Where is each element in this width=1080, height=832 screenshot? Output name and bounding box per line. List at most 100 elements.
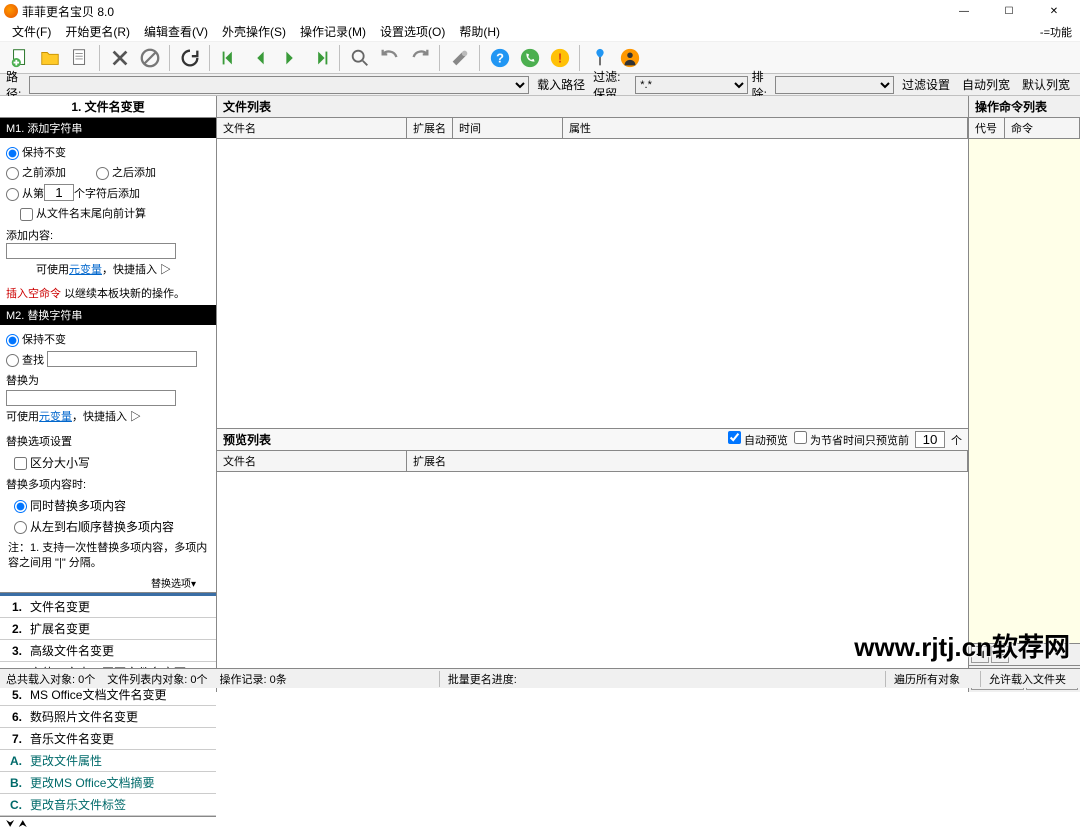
cmd-header: 操作命令列表 <box>969 96 1080 118</box>
auto-preview-checkbox[interactable] <box>728 431 741 444</box>
preview-list-area[interactable] <box>217 472 968 692</box>
col-time[interactable]: 时间 <box>453 118 563 138</box>
radio-m2-keep[interactable] <box>6 334 19 347</box>
zoom-icon[interactable] <box>346 44 374 72</box>
cmd-list[interactable] <box>969 139 1080 643</box>
pcol-filename[interactable]: 文件名 <box>217 451 407 471</box>
file-list-area[interactable] <box>217 139 968 429</box>
radio-ltr[interactable] <box>14 521 27 534</box>
center-panel: 文件列表 文件名 扩展名 时间 属性 预览列表 自动预览 为节省时间只预览前 个… <box>217 96 968 692</box>
load-path-button[interactable]: 载入路径 <box>533 76 589 93</box>
cat-6[interactable]: 6.数码照片文件名变更 <box>0 706 216 728</box>
nav-first-icon[interactable] <box>216 44 244 72</box>
menu-bar: 文件(F) 开始更名(R) 编辑查看(V) 外壳操作(S) 操作记录(M) 设置… <box>0 22 1080 42</box>
expand-down-icon[interactable]: ⮟ <box>6 819 15 830</box>
cat-C[interactable]: C.更改音乐文件标签 <box>0 794 216 816</box>
status-loaded: 总共载入对象: 0个 <box>6 671 95 687</box>
radio-keep[interactable] <box>6 147 19 160</box>
menu-options[interactable]: 设置选项(O) <box>374 21 451 42</box>
cat-A[interactable]: A.更改文件属性 <box>0 750 216 772</box>
add-folder-icon[interactable] <box>36 44 64 72</box>
case-checkbox[interactable] <box>14 457 27 470</box>
nav-prev-icon[interactable] <box>246 44 274 72</box>
col-attr[interactable]: 属性 <box>563 118 968 138</box>
section-m1-header: M1. 添加字符串 <box>0 118 216 138</box>
menu-edit[interactable]: 编辑查看(V) <box>138 21 214 42</box>
title-bar: 菲菲更名宝贝 8.0 — ☐ ✕ <box>0 0 1080 22</box>
maximize-button[interactable]: ☐ <box>987 1 1031 21</box>
reverse-checkbox[interactable] <box>20 208 33 221</box>
status-records: 操作记录: 0条 <box>219 671 286 687</box>
col-filename[interactable]: 文件名 <box>217 118 407 138</box>
col-ext[interactable]: 扩展名 <box>407 118 453 138</box>
default-width-button[interactable]: 默认列宽 <box>1018 76 1074 93</box>
help-icon[interactable]: ? <box>486 44 514 72</box>
insert-empty-note: 插入空命令 以继续本板块新的操作。 <box>0 281 216 305</box>
nav-last-icon[interactable] <box>306 44 334 72</box>
cmd-prev-icon[interactable]: ◀ <box>971 646 989 663</box>
block-icon[interactable] <box>136 44 164 72</box>
undo-icon[interactable] <box>376 44 404 72</box>
radio-from[interactable] <box>6 188 19 201</box>
radio-m2-find[interactable] <box>6 354 19 367</box>
redo-icon[interactable] <box>406 44 434 72</box>
new-doc-icon[interactable] <box>66 44 94 72</box>
filter-combo[interactable]: *.* <box>635 76 747 94</box>
preview-columns: 文件名 扩展名 <box>217 451 968 472</box>
from-index-input[interactable] <box>44 184 74 201</box>
menu-help[interactable]: 帮助(H) <box>453 21 506 42</box>
status-allow-folder[interactable]: 允许载入文件夹 <box>980 671 1074 687</box>
minimize-button[interactable]: — <box>942 1 986 21</box>
left-panel: 1. 文件名变更 M1. 添加字符串 保持不变 之前添加 之后添加 从第个字符后… <box>0 96 217 692</box>
fn-label: -=功能 <box>1040 24 1072 40</box>
auto-width-button[interactable]: 自动列宽 <box>958 76 1014 93</box>
replace-input[interactable] <box>6 390 176 406</box>
tools-icon[interactable] <box>446 44 474 72</box>
menu-rename[interactable]: 开始更名(R) <box>59 21 136 42</box>
meta-var-link-2[interactable]: 元变量 <box>39 411 72 423</box>
expand-up-icon[interactable]: ⮝ <box>19 819 28 830</box>
radio-after[interactable] <box>96 167 109 180</box>
meta-var-link[interactable]: 元变量 <box>69 264 102 276</box>
sort-combo[interactable] <box>775 76 894 94</box>
filelist-columns: 文件名 扩展名 时间 属性 <box>217 118 968 139</box>
filter-settings-button[interactable]: 过滤设置 <box>898 76 954 93</box>
menu-shell[interactable]: 外壳操作(S) <box>216 21 292 42</box>
multi-note: 注：1. 支持一次性替换多项内容，多项内容之间用 "|" 分隔。 <box>0 537 216 576</box>
cmd-next-icon[interactable]: ▶ <box>991 646 1009 663</box>
path-bar: 路径: 载入路径 过滤: 保留 *.* 排除: 过滤设置 自动列宽 默认列宽 <box>0 74 1080 96</box>
phone-icon[interactable] <box>516 44 544 72</box>
limit-preview-checkbox[interactable] <box>794 431 807 444</box>
cat-3[interactable]: 3.高级文件名变更 <box>0 640 216 662</box>
pcol-ext[interactable]: 扩展名 <box>407 451 968 471</box>
cat-B[interactable]: B.更改MS Office文档摘要 <box>0 772 216 794</box>
cat-2[interactable]: 2.扩展名变更 <box>0 618 216 640</box>
menu-history[interactable]: 操作记录(M) <box>294 21 372 42</box>
left-tab-header: 1. 文件名变更 <box>0 96 216 118</box>
status-inlist: 文件列表内对象: 0个 <box>107 671 207 687</box>
add-content-label: 添加内容: <box>6 230 53 242</box>
section-m2-header: M2. 替换字符串 <box>0 305 216 325</box>
cat-7[interactable]: 7.音乐文件名变更 <box>0 728 216 750</box>
cmd-col-code[interactable]: 代号 <box>969 118 1005 138</box>
preview-count-input[interactable] <box>915 431 945 448</box>
app-icon <box>4 4 18 18</box>
cmd-col-cmd[interactable]: 命令 <box>1005 118 1080 138</box>
warning-icon[interactable]: ! <box>546 44 574 72</box>
nav-next-icon[interactable] <box>276 44 304 72</box>
preview-header: 预览列表 <box>223 431 271 448</box>
add-content-input[interactable] <box>6 243 176 259</box>
status-all-obj[interactable]: 遍历所有对象 <box>885 671 968 687</box>
path-combo[interactable] <box>29 76 529 94</box>
right-panel: 操作命令列表 代号 命令 ◀ ▶ 保存 载入 <box>968 96 1080 692</box>
svg-text:!: ! <box>558 50 562 65</box>
find-input[interactable] <box>47 351 197 367</box>
delete-icon[interactable] <box>106 44 134 72</box>
replace-opts-toggle[interactable]: 替换选项▾ <box>0 575 216 593</box>
radio-before[interactable] <box>6 167 19 180</box>
cat-1[interactable]: 1.文件名变更 <box>0 596 216 618</box>
close-button[interactable]: ✕ <box>1032 1 1076 21</box>
radio-same[interactable] <box>14 500 27 513</box>
menu-file[interactable]: 文件(F) <box>6 21 57 42</box>
refresh-icon[interactable] <box>176 44 204 72</box>
